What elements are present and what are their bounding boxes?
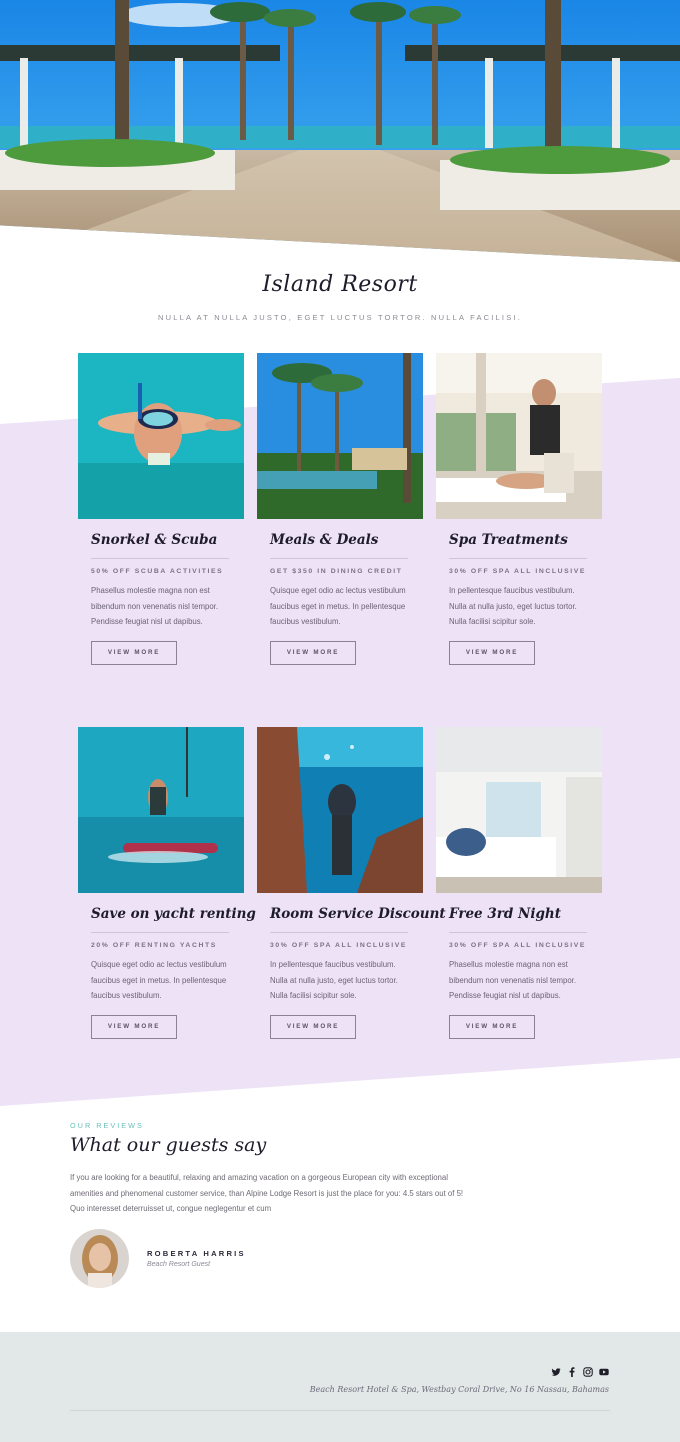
- divider: [270, 558, 408, 559]
- offer-description: Quisque eget odio ac lectus vestibulum f…: [91, 960, 227, 1001]
- page-title: Island Resort: [262, 272, 418, 297]
- twitter-icon[interactable]: [551, 1364, 561, 1376]
- kitesurf-photo: [78, 727, 244, 893]
- offer-tagline: 30% OFF SPA ALL INCLUSIVE: [270, 942, 408, 949]
- diver-photo: [257, 727, 423, 893]
- divider: [449, 932, 587, 933]
- reviews-title: What our guests say: [70, 1134, 267, 1156]
- divider: [91, 932, 229, 933]
- view-more-button[interactable]: VIEW MORE: [91, 1015, 177, 1040]
- divider: [91, 558, 229, 559]
- offer-description: Phasellus molestie magna non est bibendu…: [91, 586, 218, 627]
- view-more-button[interactable]: VIEW MORE: [449, 641, 535, 666]
- offer-card: Room Service Discount 30% OFF SPA ALL IN…: [257, 727, 446, 1040]
- offer-card: Meals & Deals GET $350 IN DINING CREDIT …: [257, 353, 423, 666]
- bedroom-photo: [436, 727, 602, 893]
- offer-tagline: 30% OFF SPA ALL INCLUSIVE: [449, 568, 587, 575]
- offer-card: Spa Treatments 30% OFF SPA ALL INCLUSIVE…: [436, 353, 602, 666]
- offer-title: Save on yacht renting: [91, 906, 256, 922]
- divider: [270, 932, 408, 933]
- offer-description: In pellentesque faucibus vestibulum. Nul…: [270, 960, 398, 1001]
- reviews-kicker: OUR REVIEWS: [70, 1121, 144, 1130]
- view-more-button[interactable]: VIEW MORE: [270, 641, 356, 666]
- offer-title: Room Service Discount: [270, 906, 446, 922]
- footer-divider: [70, 1410, 610, 1411]
- offer-description: Phasellus molestie magna non est bibendu…: [449, 960, 576, 1001]
- offer-tagline: 20% OFF RENTING YACHTS: [91, 942, 217, 949]
- offer-title: Free 3rd Night: [449, 906, 561, 922]
- reviewer-role: Beach Resort Guest: [147, 1261, 211, 1268]
- offer-title: Meals & Deals: [270, 532, 379, 548]
- social-links: [551, 1364, 609, 1377]
- offer-tagline: GET $350 IN DINING CREDIT: [270, 568, 403, 575]
- view-more-button[interactable]: VIEW MORE: [270, 1015, 356, 1040]
- divider: [449, 558, 587, 559]
- review-text: If you are looking for a beautiful, rela…: [70, 1173, 464, 1214]
- youtube-icon[interactable]: [599, 1364, 609, 1376]
- offer-description: Quisque eget odio ac lectus vestibulum f…: [270, 586, 406, 627]
- palm-pool-photo: [257, 353, 423, 519]
- view-more-button[interactable]: VIEW MORE: [449, 1015, 535, 1040]
- instagram-icon[interactable]: [583, 1364, 593, 1377]
- offer-card: Free 3rd Night 30% OFF SPA ALL INCLUSIVE…: [436, 727, 602, 1040]
- page-subtitle: NULLA AT NULLA JUSTO, EGET LUCTUS TORTOR…: [158, 313, 522, 322]
- reviewer-name: ROBERTA HARRIS: [147, 1249, 246, 1258]
- offer-description: In pellentesque faucibus vestibulum. Nul…: [449, 586, 577, 627]
- facebook-icon[interactable]: [567, 1364, 577, 1377]
- offer-tagline: 50% OFF SCUBA ACTIVITIES: [91, 568, 224, 575]
- offer-card: Save on yacht renting 20% OFF RENTING YA…: [78, 727, 256, 1040]
- snorkel-photo: [78, 353, 244, 519]
- offer-title: Spa Treatments: [449, 532, 568, 548]
- view-more-button[interactable]: VIEW MORE: [91, 641, 177, 666]
- hero-image: [0, 0, 680, 262]
- footer-address: Beach Resort Hotel & Spa, Westbay Coral …: [309, 1385, 609, 1394]
- spa-massage-photo: [436, 353, 602, 519]
- offer-title: Snorkel & Scuba: [91, 532, 218, 548]
- offer-card: Snorkel & Scuba 50% OFF SCUBA ACTIVITIES…: [78, 353, 244, 666]
- avatar: [70, 1229, 129, 1288]
- offer-tagline: 30% OFF SPA ALL INCLUSIVE: [449, 942, 587, 949]
